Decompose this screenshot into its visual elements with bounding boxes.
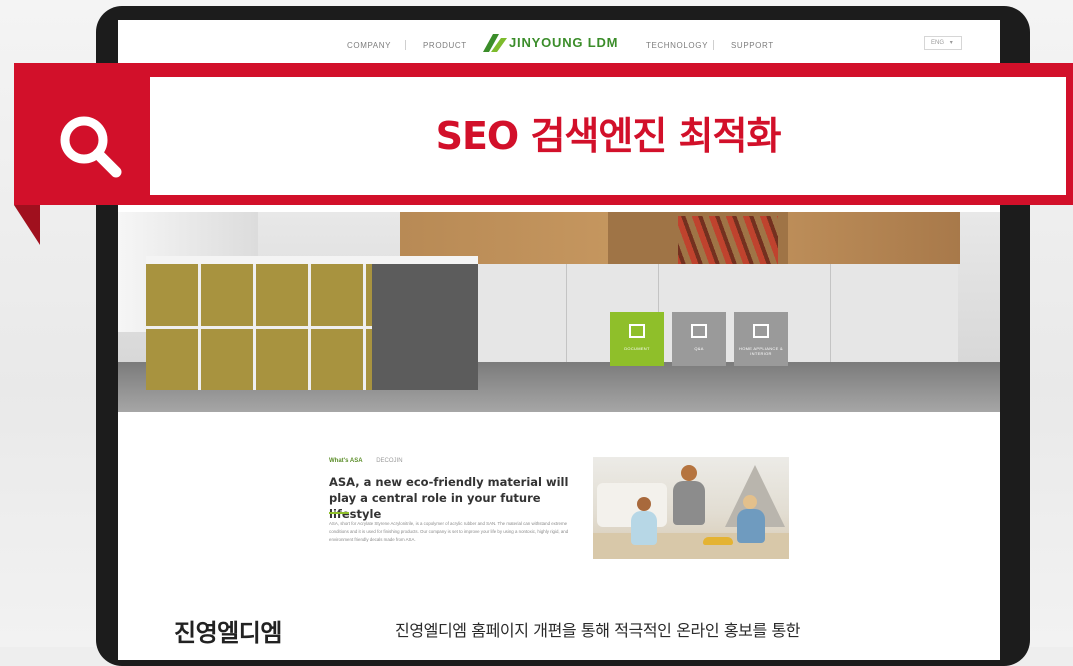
site-header: COMPANY PRODUCT JINYOUNG LDM TECHNOLOGY … bbox=[118, 20, 1000, 66]
jinyoung-logo[interactable]: JINYOUNG LDM bbox=[483, 31, 633, 61]
qna-button[interactable]: Q&A bbox=[672, 312, 726, 366]
tab-decojin[interactable]: DECOJIN bbox=[376, 458, 402, 464]
hero-cabinet-seam bbox=[830, 264, 831, 364]
nav-divider bbox=[713, 40, 714, 50]
brand-title: 진영엘디엠 bbox=[174, 619, 282, 647]
nav-divider bbox=[405, 40, 406, 50]
document-icon bbox=[629, 324, 645, 338]
hero-cabinet-seam bbox=[566, 264, 567, 364]
home-appliance-button[interactable]: HOME APPLIANCE & INTERIOR bbox=[734, 312, 788, 366]
photo-toy bbox=[703, 537, 733, 545]
language-label: ENG bbox=[931, 40, 945, 46]
banner-ribbon-fold bbox=[14, 205, 40, 245]
hero-island-side bbox=[372, 264, 478, 390]
appliance-icon bbox=[753, 324, 769, 338]
document-button[interactable]: DOCUMENT bbox=[610, 312, 664, 366]
tab-whats-asa[interactable]: What's ASA bbox=[329, 458, 363, 464]
logo-mark-icon bbox=[483, 34, 507, 52]
photo-mother-body bbox=[673, 481, 705, 525]
asa-heading: ASA, a new eco-friendly material will pl… bbox=[329, 475, 569, 521]
nav-company[interactable]: COMPANY bbox=[347, 41, 391, 50]
asa-heading-underline bbox=[329, 512, 349, 514]
logo-text: JINYOUNG LDM bbox=[509, 35, 619, 50]
hero-island-top bbox=[146, 256, 478, 264]
asa-body-text: ASA, short for Acrylate Styrene Acryloni… bbox=[329, 521, 569, 542]
nav-technology[interactable]: TECHNOLOGY bbox=[646, 41, 708, 50]
nav-product[interactable]: PRODUCT bbox=[423, 41, 467, 50]
search-icon bbox=[60, 116, 122, 178]
chevron-down-icon: ▾ bbox=[949, 40, 953, 46]
brand-description: 진영엘디엠 홈페이지 개편을 통해 적극적인 온라인 홍보를 통한 bbox=[395, 621, 801, 640]
language-select[interactable]: ENG ▾ bbox=[924, 36, 962, 50]
family-photo bbox=[593, 457, 789, 559]
photo-boy-body bbox=[737, 509, 765, 543]
asa-tabs: What's ASA DECOJIN bbox=[329, 458, 403, 464]
photo-mother-head bbox=[681, 465, 697, 481]
chat-icon bbox=[691, 324, 707, 338]
home-appliance-label: HOME APPLIANCE & INTERIOR bbox=[739, 346, 783, 356]
photo-girl-head bbox=[637, 497, 651, 511]
nav-support[interactable]: SUPPORT bbox=[731, 41, 774, 50]
hero-island-divider bbox=[146, 326, 372, 329]
qna-label: Q&A bbox=[694, 346, 704, 351]
photo-boy-head bbox=[743, 495, 757, 509]
hero-kitchen-image: DOCUMENT Q&A HOME APPLIANCE & INTERIOR bbox=[118, 212, 1000, 412]
seo-banner-title: SEO 검색엔진 최적화 bbox=[435, 114, 782, 158]
document-label: DOCUMENT bbox=[624, 346, 650, 351]
photo-girl-body bbox=[631, 511, 657, 545]
